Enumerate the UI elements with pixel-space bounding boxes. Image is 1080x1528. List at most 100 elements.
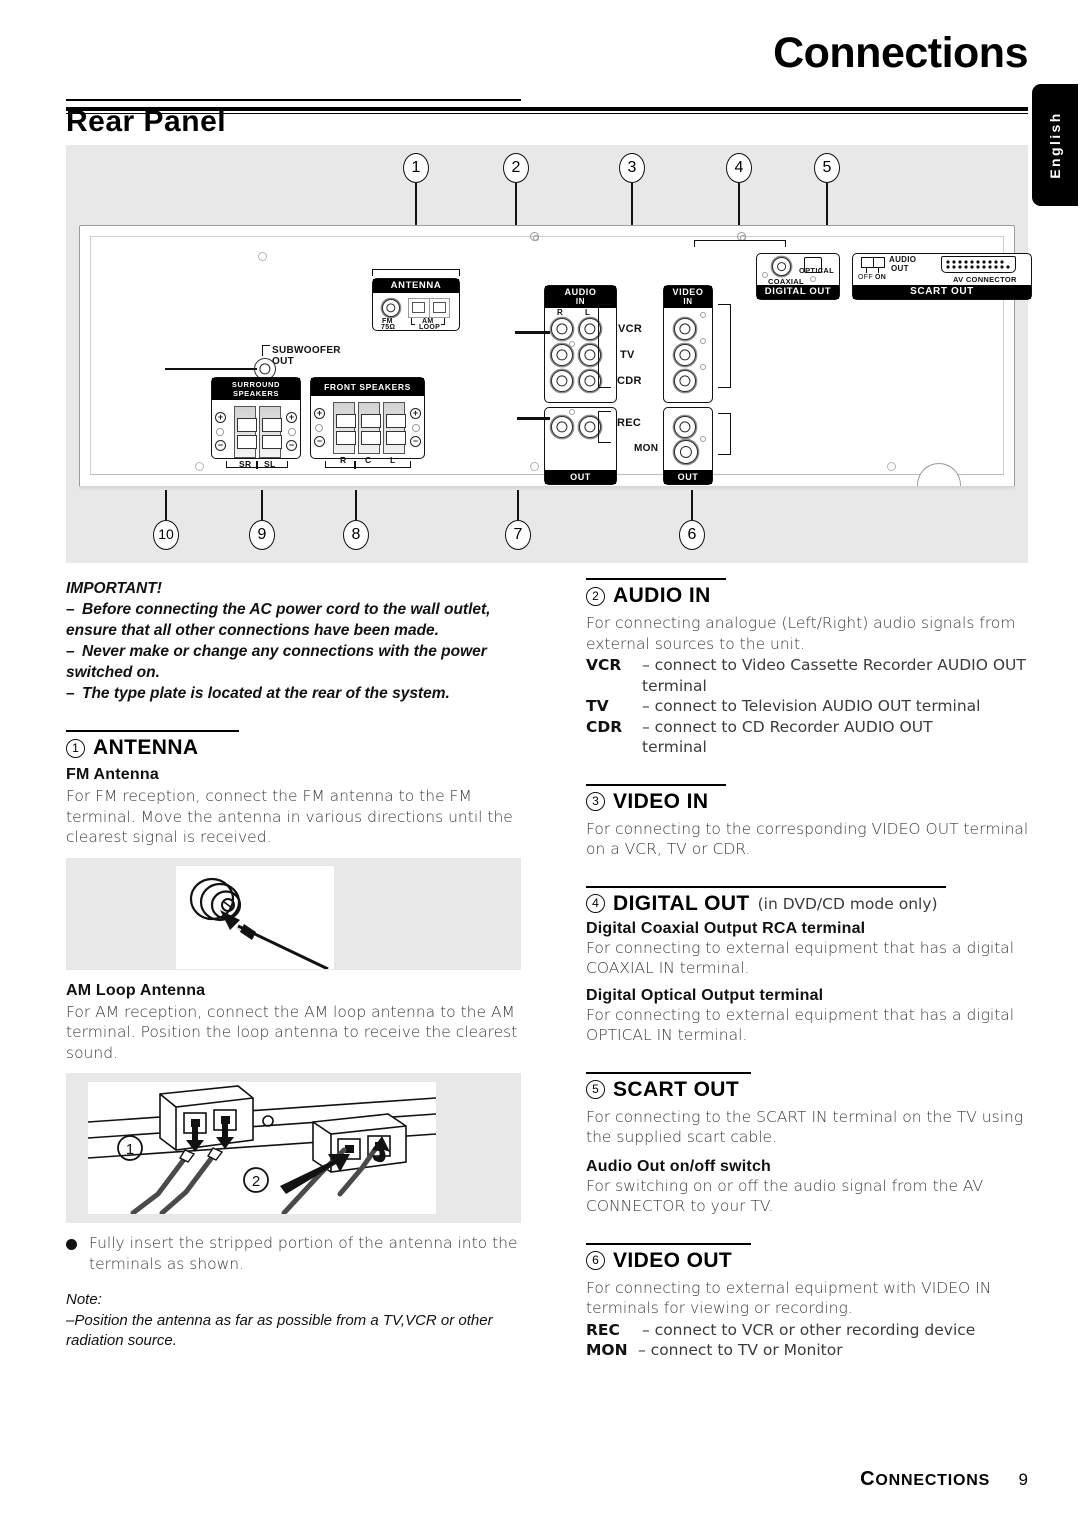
- heading-video-out: 6 VIDEO OUT: [586, 1249, 1041, 1273]
- am-loop-terminal-2: [430, 299, 450, 317]
- video-in-hole-3: [700, 363, 706, 370]
- callout-5: 5: [814, 153, 840, 183]
- scart-audio-out-line1: AUDIO: [889, 255, 917, 264]
- audio-in-item-tv-value: – connect to Television AUDIO OUT termin…: [642, 697, 981, 715]
- video-out-mon: [674, 440, 698, 464]
- audio-in-body: For connecting analogue (Left/Right) aud…: [586, 614, 1016, 653]
- chassis-screw-bc: [530, 462, 539, 471]
- surround-speakers-cap: SURROUND SPEAKERS: [212, 378, 300, 400]
- antenna-cap: ANTENNA: [373, 279, 459, 293]
- row-label-tv: TV: [620, 349, 635, 361]
- callout-2: 2: [503, 153, 529, 183]
- audio-in-item-cdr-cont-text: terminal: [642, 738, 707, 756]
- footer-page-number: 9: [1018, 1470, 1028, 1489]
- callout-9: 9: [249, 520, 275, 550]
- section-heading-rule: [66, 99, 521, 101]
- scart-out-body: For connecting to the SCART IN terminal …: [586, 1107, 1024, 1147]
- important-item-2-text: Never make or change any connections wit…: [66, 643, 487, 681]
- left-column: IMPORTANT! – Before connecting the AC pow…: [66, 578, 521, 1352]
- audio-out-switch[interactable]: [861, 257, 885, 268]
- heading-scart-out-number: 5: [586, 1080, 605, 1099]
- antenna-head-rule: [66, 730, 239, 732]
- heading-antenna: 1 ANTENNA: [66, 736, 521, 760]
- audio-switch-body: For switching on or off the audio signal…: [586, 1176, 984, 1216]
- chassis-screw-bl: [195, 462, 204, 471]
- audio-in-deflist: VCR – connect to Video Cassette Recorder…: [586, 655, 1041, 758]
- surround-plus-left: +: [215, 411, 226, 423]
- fm-antenna-body: For FM reception, connect the FM antenna…: [66, 787, 513, 846]
- front-hole-right: [412, 424, 420, 432]
- digital-out-head-rule: [586, 885, 946, 888]
- heading-video-in: 3 VIDEO IN: [586, 790, 1041, 814]
- heading-antenna-label: ANTENNA: [93, 736, 199, 759]
- note-body: –Position the antenna as far as possible…: [66, 1311, 521, 1352]
- am-loop-terminal-1: [409, 299, 430, 317]
- video-out-rec: [674, 416, 696, 438]
- heading-scart-out-label: SCART OUT: [613, 1077, 740, 1101]
- audio-in-item-vcr-cont: terminal: [586, 676, 1041, 697]
- front-bracket: [325, 461, 411, 468]
- dash-3: –: [66, 685, 75, 702]
- front-hole-left: [315, 424, 323, 432]
- switch-on-label: ON: [875, 274, 887, 281]
- digital-out-module: COAXIAL OPTICAL DIGITAL OUT: [756, 253, 840, 300]
- surround-hole-right: [288, 427, 296, 436]
- scart-out-cap: SCART OUT: [853, 285, 1031, 299]
- front-plus-left: +: [314, 408, 325, 419]
- heading-antenna-number: 1: [66, 738, 85, 758]
- callout-7: 7: [505, 520, 531, 550]
- audio-in-col-l: L: [585, 307, 591, 317]
- fm-antenna-jack: [382, 299, 400, 317]
- am-loop-figure: 1 2: [66, 1073, 521, 1223]
- audio-in-item-cdr: CDR – connect to CD Recorder AUDIO OUT: [586, 717, 1041, 738]
- video-out-item-rec-value: – connect to VCR or other recording devi…: [642, 1320, 976, 1339]
- digital-coax-body: For connecting to external equipment tha…: [586, 938, 1015, 978]
- video-in-hole-1: [700, 311, 706, 318]
- audio-in-cap-line1: AUDIO: [564, 286, 597, 297]
- am-loop-figure-inner: 1 2: [87, 1082, 437, 1216]
- audio-in-item-cdr-value: – connect to CD Recorder AUDIO OUT: [642, 717, 933, 736]
- digital-optical-subhead: Digital Optical Output terminal: [586, 986, 824, 1004]
- audio-in-item-tv: TV – connect to Television AUDIO OUT ter…: [586, 696, 1041, 717]
- page-header: Connections: [66, 32, 1028, 114]
- row-label-rec: REC: [617, 417, 642, 429]
- audio-in-item-vcr-key: VCR: [586, 656, 622, 674]
- row-label-vcr: VCR: [618, 323, 643, 335]
- fm-antenna-figure-inner: [176, 865, 334, 970]
- av-connector-port: [941, 256, 1016, 273]
- unit-bottom-edge: [79, 486, 1015, 490]
- dash-2: –: [66, 643, 75, 660]
- right-column: 2 AUDIO IN For connecting analogue (Left…: [586, 578, 1041, 1361]
- row-label-mon: MON: [634, 443, 659, 454]
- footer-chapter-rest: ONNECTIONS: [875, 1472, 991, 1489]
- audio-out-hole: [569, 409, 575, 415]
- audio-in-item-cdr-cont: terminal: [586, 737, 1041, 758]
- heading-digital-out-number: 4: [586, 894, 605, 913]
- section-heading-label: Rear Panel: [66, 105, 227, 138]
- important-item-1: – Before connecting the AC power cord to …: [66, 599, 521, 641]
- video-out-deflist: REC – connect to VCR or other recording …: [586, 1320, 1041, 1361]
- video-in-cap-line1: VIDEO: [672, 286, 704, 297]
- insert-bullet-text: Fully insert the stripped portion of the…: [89, 1234, 518, 1273]
- footer-chapter-initial: C: [860, 1468, 876, 1490]
- front-speakers-cap: FRONT SPEAKERS: [311, 378, 424, 396]
- audio-out-cap: OUT: [545, 470, 616, 484]
- important-title: IMPORTANT!: [66, 580, 162, 597]
- audio-in-item-vcr: VCR – connect to Video Cassette Recorder…: [586, 655, 1041, 676]
- audio-switch-subhead: Audio Out on/off switch: [586, 1157, 772, 1175]
- audio-in-item-vcr-cont-text: terminal: [642, 676, 707, 695]
- am-loop-subhead: AM Loop Antenna: [66, 981, 206, 999]
- svg-text:2: 2: [252, 1173, 260, 1190]
- video-out-head-rule: [586, 1242, 751, 1245]
- audio-in-item-vcr-value: – connect to Video Cassette Recorder AUD…: [642, 656, 1026, 674]
- dash-1: –: [66, 601, 75, 618]
- callout-1: 1: [403, 153, 429, 183]
- surround-speakers-cap-line2: SPEAKERS: [232, 388, 280, 398]
- audio-in-col-r: R: [557, 307, 564, 317]
- video-in-bracket: [718, 304, 731, 388]
- important-item-2: – Never make or change any connections wi…: [66, 641, 521, 683]
- section-heading: Rear Panel: [66, 99, 536, 139]
- audio-out-bracket: [598, 411, 611, 443]
- front-plus-right: +: [410, 408, 421, 419]
- antenna-module: ANTENNA FM 75Ω AM LOOP: [372, 278, 460, 331]
